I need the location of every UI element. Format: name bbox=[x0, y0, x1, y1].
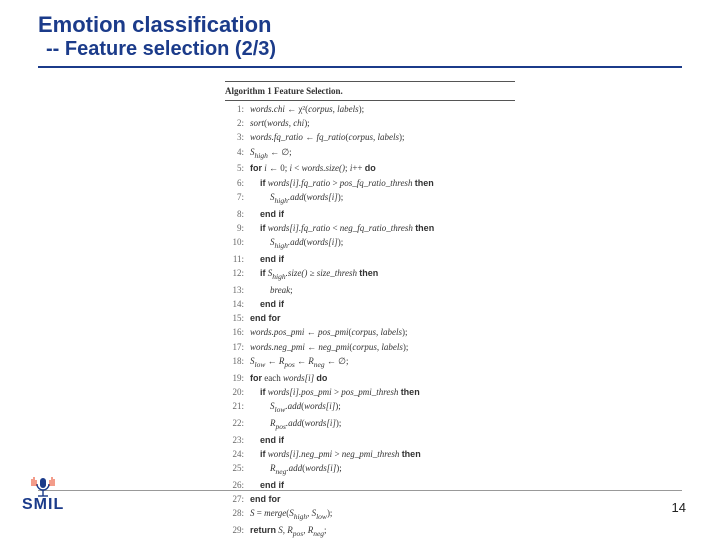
algo-line: 18:Slow ← Rpos ← Rneg ← ∅; bbox=[225, 354, 515, 371]
page-number: 14 bbox=[672, 500, 686, 515]
algo-line-code: Shigh.add(words[i]); bbox=[249, 235, 515, 252]
algo-line: 13:break; bbox=[225, 283, 515, 297]
title-divider bbox=[38, 66, 682, 68]
algo-line-code: for each words[i] do bbox=[249, 371, 515, 385]
algo-line: 6:if words[i].fq_ratio > pos_fq_ratio_th… bbox=[225, 176, 515, 190]
algo-line-code: end if bbox=[249, 433, 515, 447]
algo-line-code: end if bbox=[249, 297, 515, 311]
algo-line-number: 10: bbox=[225, 235, 249, 252]
algo-caption: Algorithm 1 Feature Selection. bbox=[225, 83, 515, 99]
slide: Emotion classification -- Feature select… bbox=[0, 0, 720, 540]
brand-text: SMIL bbox=[22, 496, 64, 514]
algo-line-code: Slow ← Rpos ← Rneg ← ∅; bbox=[249, 354, 515, 371]
algo-line: 15:end for bbox=[225, 311, 515, 325]
algo-line-code: Slow.add(words[i]); bbox=[249, 399, 515, 416]
algo-line-code: end for bbox=[249, 492, 515, 506]
algo-line: 28:S = merge(Shigh, Slow); bbox=[225, 506, 515, 523]
algo-line: 5:for i ← 0; i < words.size(); i++ do bbox=[225, 161, 515, 175]
algo-line-code: Shigh ← ∅; bbox=[249, 145, 515, 162]
algo-line-number: 1: bbox=[225, 102, 249, 116]
algo-line-number: 27: bbox=[225, 492, 249, 506]
algo-line: 8:end if bbox=[225, 207, 515, 221]
algo-line-code: if words[i].fq_ratio < neg_fq_ratio_thre… bbox=[249, 221, 515, 235]
algo-line-number: 24: bbox=[225, 447, 249, 461]
algo-line: 3:words.fq_ratio ← fq_ratio(corpus, labe… bbox=[225, 130, 515, 144]
algo-line: 1:words.chi ← χ²(corpus, labels); bbox=[225, 102, 515, 116]
algo-line-code: Shigh.add(words[i]); bbox=[249, 190, 515, 207]
algo-line-code: words.neg_pmi ← neg_pmi(corpus, labels); bbox=[249, 340, 515, 354]
algo-line-number: 3: bbox=[225, 130, 249, 144]
algo-line-number: 23: bbox=[225, 433, 249, 447]
algo-line-number: 6: bbox=[225, 176, 249, 190]
algo-line-code: Rneg.add(words[i]); bbox=[249, 461, 515, 478]
algorithm-box: Algorithm 1 Feature Selection. 1:words.c… bbox=[225, 80, 515, 540]
algo-line-code: if words[i].fq_ratio > pos_fq_ratio_thre… bbox=[249, 176, 515, 190]
algo-line: 25:Rneg.add(words[i]); bbox=[225, 461, 515, 478]
algo-line-number: 18: bbox=[225, 354, 249, 371]
algo-line-number: 5: bbox=[225, 161, 249, 175]
algo-line-code: Rpos.add(words[i]); bbox=[249, 416, 515, 433]
algo-line-number: 29: bbox=[225, 523, 249, 540]
algo-line-code: if words[i].pos_pmi > pos_pmi_thresh the… bbox=[249, 385, 515, 399]
footer-divider bbox=[38, 490, 682, 491]
algo-line-number: 9: bbox=[225, 221, 249, 235]
slide-title: Emotion classification bbox=[38, 12, 272, 38]
algo-line: 4:Shigh ← ∅; bbox=[225, 145, 515, 162]
algo-line: 2:sort(words, chi); bbox=[225, 116, 515, 130]
algo-line: 16:words.pos_pmi ← pos_pmi(corpus, label… bbox=[225, 325, 515, 339]
algo-line: 19:for each words[i] do bbox=[225, 371, 515, 385]
algo-line-code: sort(words, chi); bbox=[249, 116, 515, 130]
algo-line-number: 8: bbox=[225, 207, 249, 221]
algo-line: 17:words.neg_pmi ← neg_pmi(corpus, label… bbox=[225, 340, 515, 354]
slide-subtitle: -- Feature selection (2/3) bbox=[46, 38, 276, 61]
microphone-icon bbox=[29, 476, 57, 498]
algo-line-number: 11: bbox=[225, 252, 249, 266]
algo-line-number: 16: bbox=[225, 325, 249, 339]
algo-line: 11:end if bbox=[225, 252, 515, 266]
algo-line-number: 28: bbox=[225, 506, 249, 523]
algo-line-number: 12: bbox=[225, 266, 249, 283]
algo-line: 7:Shigh.add(words[i]); bbox=[225, 190, 515, 207]
algo-line-code: words.fq_ratio ← fq_ratio(corpus, labels… bbox=[249, 130, 515, 144]
algo-line: 9:if words[i].fq_ratio < neg_fq_ratio_th… bbox=[225, 221, 515, 235]
algo-line: 21:Slow.add(words[i]); bbox=[225, 399, 515, 416]
algo-line-number: 7: bbox=[225, 190, 249, 207]
algo-line-code: words.chi ← χ²(corpus, labels); bbox=[249, 102, 515, 116]
algo-line-code: if Shigh.size() ≥ size_thresh then bbox=[249, 266, 515, 283]
algo-rule-top bbox=[225, 81, 515, 82]
algo-line-code: if words[i].neg_pmi > neg_pmi_thresh the… bbox=[249, 447, 515, 461]
algo-line-number: 15: bbox=[225, 311, 249, 325]
algo-rule-mid bbox=[225, 100, 515, 101]
algo-line-code: break; bbox=[249, 283, 515, 297]
algo-line: 12:if Shigh.size() ≥ size_thresh then bbox=[225, 266, 515, 283]
algo-line: 29:return S, Rpos, Rneg; bbox=[225, 523, 515, 540]
algo-line: 14:end if bbox=[225, 297, 515, 311]
algo-line-number: 4: bbox=[225, 145, 249, 162]
algo-line-number: 21: bbox=[225, 399, 249, 416]
algo-line: 22:Rpos.add(words[i]); bbox=[225, 416, 515, 433]
algo-line-number: 2: bbox=[225, 116, 249, 130]
brand-logo: SMIL bbox=[22, 476, 64, 514]
algo-line-code: words.pos_pmi ← pos_pmi(corpus, labels); bbox=[249, 325, 515, 339]
algo-line-code: for i ← 0; i < words.size(); i++ do bbox=[249, 161, 515, 175]
algo-line-code: S = merge(Shigh, Slow); bbox=[249, 506, 515, 523]
algo-line-number: 14: bbox=[225, 297, 249, 311]
algo-line-number: 25: bbox=[225, 461, 249, 478]
algo-line-code: end if bbox=[249, 207, 515, 221]
algo-line-number: 20: bbox=[225, 385, 249, 399]
algo-lines: 1:words.chi ← χ²(corpus, labels);2:sort(… bbox=[225, 102, 515, 540]
algo-line-number: 19: bbox=[225, 371, 249, 385]
algo-line: 24:if words[i].neg_pmi > neg_pmi_thresh … bbox=[225, 447, 515, 461]
algo-line-number: 13: bbox=[225, 283, 249, 297]
algo-line-number: 17: bbox=[225, 340, 249, 354]
algo-line: 23:end if bbox=[225, 433, 515, 447]
algo-line-code: end for bbox=[249, 311, 515, 325]
algo-line-number: 22: bbox=[225, 416, 249, 433]
algo-line: 10:Shigh.add(words[i]); bbox=[225, 235, 515, 252]
algo-line: 27:end for bbox=[225, 492, 515, 506]
algo-line-code: return S, Rpos, Rneg; bbox=[249, 523, 515, 540]
algo-line-code: end if bbox=[249, 252, 515, 266]
algo-line: 20:if words[i].pos_pmi > pos_pmi_thresh … bbox=[225, 385, 515, 399]
